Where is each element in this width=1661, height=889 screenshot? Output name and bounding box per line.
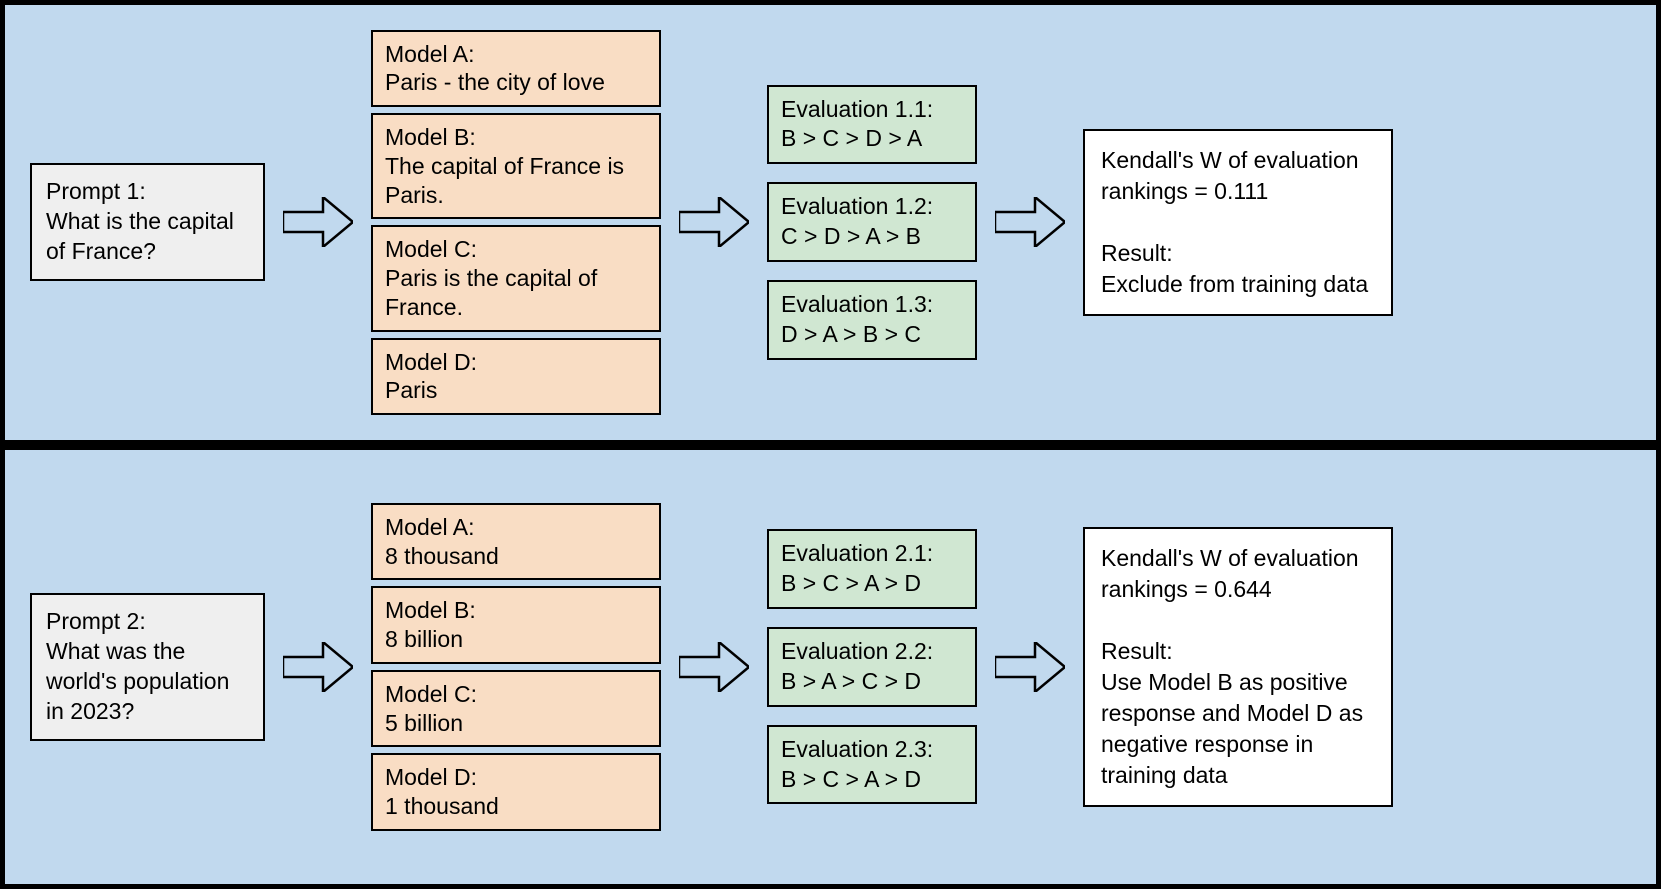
arrow-icon: [995, 642, 1065, 692]
prompt-2-text: Prompt 2: What was the world's populatio…: [46, 608, 229, 724]
models-column-1: Model A: Paris - the city of love Model …: [371, 30, 661, 416]
result-box-1: Kendall's W of evaluation rankings = 0.1…: [1083, 129, 1393, 316]
model-b-text: Model B: The capital of France is Paris.: [385, 124, 624, 208]
arrow-icon: [995, 197, 1065, 247]
model-b-box-2: Model B: 8 billion: [371, 586, 661, 664]
result-box-2: Kendall's W of evaluation rankings = 0.6…: [1083, 527, 1393, 807]
model-d-box: Model D: Paris: [371, 338, 661, 416]
prompt-1-text: Prompt 1: What is the capital of France?: [46, 178, 234, 264]
model-d-text-2: Model D: 1 thousand: [385, 764, 499, 819]
model-c-text-2: Model C: 5 billion: [385, 681, 477, 736]
model-b-box: Model B: The capital of France is Paris.: [371, 113, 661, 219]
arrow-icon: [283, 642, 353, 692]
eval-1-1-text: Evaluation 1.1: B > C > D > A: [781, 96, 933, 152]
model-a-text: Model A: Paris - the city of love: [385, 41, 605, 96]
eval-1-3-box: Evaluation 1.3: D > A > B > C: [767, 280, 977, 360]
model-c-box: Model C: Paris is the capital of France.: [371, 225, 661, 331]
prompt-box-1: Prompt 1: What is the capital of France?: [30, 163, 265, 281]
result-2-text: Kendall's W of evaluation rankings = 0.6…: [1101, 545, 1363, 788]
arrow-icon: [283, 197, 353, 247]
prompt-box-2: Prompt 2: What was the world's populatio…: [30, 593, 265, 741]
result-1-text: Kendall's W of evaluation rankings = 0.1…: [1101, 147, 1368, 297]
model-a-text-2: Model A: 8 thousand: [385, 514, 499, 569]
diagram-container: Prompt 1: What is the capital of France?…: [0, 0, 1661, 889]
eval-1-1-box: Evaluation 1.1: B > C > D > A: [767, 85, 977, 165]
eval-1-2-text: Evaluation 1.2: C > D > A > B: [781, 193, 933, 249]
evals-column-1: Evaluation 1.1: B > C > D > A Evaluation…: [767, 85, 977, 360]
models-column-2: Model A: 8 thousand Model B: 8 billion M…: [371, 503, 661, 831]
eval-2-1-text: Evaluation 2.1: B > C > A > D: [781, 540, 933, 596]
model-d-box-2: Model D: 1 thousand: [371, 753, 661, 831]
arrow-icon: [679, 642, 749, 692]
eval-2-3-box: Evaluation 2.3: B > C > A > D: [767, 725, 977, 805]
model-c-text: Model C: Paris is the capital of France.: [385, 236, 597, 320]
eval-1-3-text: Evaluation 1.3: D > A > B > C: [781, 291, 933, 347]
model-a-box-2: Model A: 8 thousand: [371, 503, 661, 581]
eval-2-2-box: Evaluation 2.2: B > A > C > D: [767, 627, 977, 707]
eval-2-3-text: Evaluation 2.3: B > C > A > D: [781, 736, 933, 792]
eval-2-2-text: Evaluation 2.2: B > A > C > D: [781, 638, 933, 694]
model-a-box: Model A: Paris - the city of love: [371, 30, 661, 108]
eval-2-1-box: Evaluation 2.1: B > C > A > D: [767, 529, 977, 609]
model-c-box-2: Model C: 5 billion: [371, 670, 661, 748]
arrow-icon: [679, 197, 749, 247]
model-d-text: Model D: Paris: [385, 349, 477, 404]
eval-1-2-box: Evaluation 1.2: C > D > A > B: [767, 182, 977, 262]
evals-column-2: Evaluation 2.1: B > C > A > D Evaluation…: [767, 529, 977, 804]
panel-1: Prompt 1: What is the capital of France?…: [0, 0, 1661, 445]
model-b-text-2: Model B: 8 billion: [385, 597, 476, 652]
panel-2: Prompt 2: What was the world's populatio…: [0, 445, 1661, 889]
